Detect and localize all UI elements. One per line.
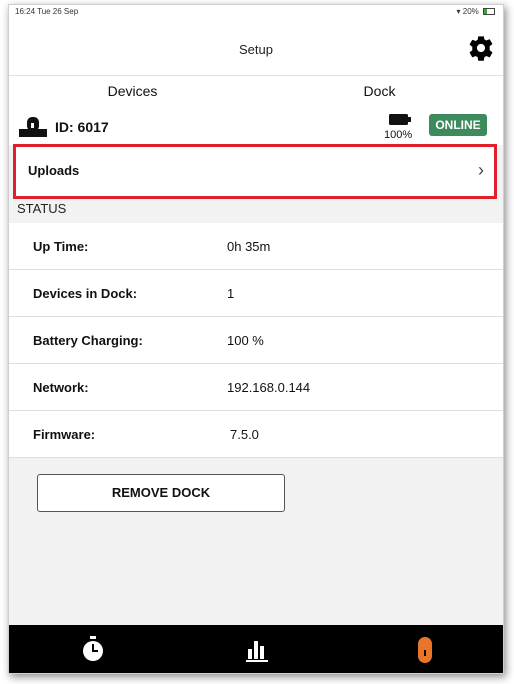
system-status-bar: 16:24 Tue 26 Sep ▾ 20% [9,5,503,25]
actions-area: REMOVE DOCK [9,460,503,626]
status-row-devices-in-dock: Devices in Dock: 1 [9,270,503,317]
status-section-header: STATUS [17,201,67,216]
tab-devices[interactable]: Devices [9,76,256,108]
status-row-firmware: Firmware: 7.5.0 [9,411,503,458]
page-title: Setup [239,42,273,57]
status-key: Devices in Dock: [33,286,138,301]
status-list: Up Time: 0h 35m Devices in Dock: 1 Batte… [9,223,503,458]
segmented-tabs: Devices Dock [9,76,503,108]
status-battery: ▾ 20% [456,7,495,16]
nav-bar: Setup [9,25,503,76]
uploads-row[interactable]: Uploads › [13,144,497,199]
bar-chart-icon[interactable] [238,633,278,665]
battery-icon [389,114,411,125]
tab-dock[interactable]: Dock [256,76,503,108]
bottom-tab-bar [9,625,503,673]
online-badge: ONLINE [429,114,487,136]
status-battery-icon [483,8,495,15]
status-value: 100 % [227,333,264,348]
stopwatch-icon[interactable] [73,633,113,665]
wifi-icon: ▾ [456,7,461,16]
dock-id: ID: 6017 [55,119,109,135]
status-value: 1 [227,286,235,301]
uploads-label: Uploads [28,163,80,178]
status-key: Up Time: [33,239,89,254]
chevron-right-icon: › [478,160,484,180]
gear-icon[interactable] [467,34,495,62]
remove-dock-button[interactable]: REMOVE DOCK [37,474,285,512]
status-row-network: Network: 192.168.0.144 [9,364,503,411]
status-battery-text: 20% [462,7,479,16]
dock-info-bar: ID: 6017 100% ONLINE [9,107,503,145]
app-window: 16:24 Tue 26 Sep ▾ 20% Setup Devices Doc… [8,4,504,674]
status-key: Firmware: [33,427,96,442]
device-icon[interactable] [405,633,445,665]
status-row-uptime: Up Time: 0h 35m [9,223,503,270]
status-value: 192.168.0.144 [227,380,311,395]
status-value: 7.5.0 [230,427,259,442]
status-row-battery-charging: Battery Charging: 100 % [9,317,503,364]
status-key: Battery Charging: [33,333,143,348]
status-value: 0h 35m [227,239,271,254]
status-time: 16:24 Tue 26 Sep [15,7,79,16]
dock-battery-percent: 100% [384,129,413,141]
status-key: Network: [33,380,89,395]
dock-icon [19,117,47,137]
